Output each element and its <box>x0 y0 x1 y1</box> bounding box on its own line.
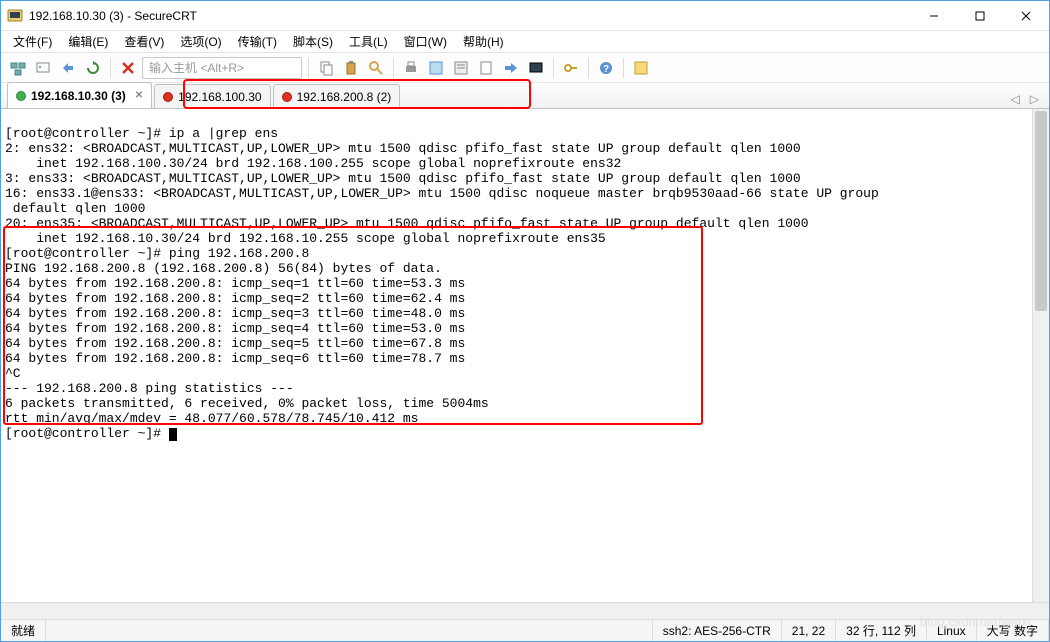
tab-label: 192.168.100.30 <box>178 90 261 104</box>
terminal-line: 64 bytes from 192.168.200.8: icmp_seq=6 … <box>5 351 465 366</box>
menu-help[interactable]: 帮助(H) <box>455 31 512 52</box>
terminal-area: [root@controller ~]# ip a |grep ens 2: e… <box>1 109 1049 602</box>
print-button[interactable] <box>400 57 422 79</box>
disconnect-button[interactable] <box>117 57 139 79</box>
tab-next-button[interactable]: ▷ <box>1026 90 1043 108</box>
status-size: 32 行, 112 列 <box>836 620 927 641</box>
statusbar: 就绪 ssh2: AES-256-CTR 21, 22 32 行, 112 列 … <box>1 619 1049 641</box>
connect-button[interactable] <box>32 57 54 79</box>
menu-edit[interactable]: 编辑(E) <box>60 31 116 52</box>
maximize-button[interactable] <box>957 1 1003 31</box>
menu-options[interactable]: 选项(O) <box>172 31 229 52</box>
menubar: 文件(F) 编辑(E) 查看(V) 选项(O) 传输(T) 脚本(S) 工具(L… <box>1 31 1049 53</box>
host-placeholder: 输入主机 <Alt+R> <box>149 59 244 76</box>
terminal-line: PING 192.168.200.8 (192.168.200.8) 56(84… <box>5 261 442 276</box>
transfer-button[interactable] <box>500 57 522 79</box>
terminal-line: 64 bytes from 192.168.200.8: icmp_seq=4 … <box>5 321 465 336</box>
terminal-line: 64 bytes from 192.168.200.8: icmp_seq=5 … <box>5 336 465 351</box>
terminal-line: inet 192.168.100.30/24 brd 192.168.100.2… <box>5 156 621 171</box>
scrollbar-thumb[interactable] <box>1035 111 1047 311</box>
terminal-line: 64 bytes from 192.168.200.8: icmp_seq=1 … <box>5 276 465 291</box>
tab-inactive-2[interactable]: 192.168.200.8 (2) <box>273 84 401 108</box>
session-manager-button[interactable] <box>7 57 29 79</box>
svg-text:?: ? <box>603 64 609 75</box>
watermark: blog.csdn.net/weixi <box>920 615 1031 629</box>
app-icon <box>7 8 23 24</box>
status-dot-disconnected-icon <box>163 92 173 102</box>
separator <box>588 58 589 78</box>
terminal-line: 64 bytes from 192.168.200.8: icmp_seq=3 … <box>5 306 465 321</box>
menu-window[interactable]: 窗口(W) <box>396 31 455 52</box>
tab-label: 192.168.10.30 (3) <box>31 89 126 103</box>
menu-tools[interactable]: 工具(L) <box>341 31 396 52</box>
terminal-line: default qlen 1000 <box>5 201 145 216</box>
toolbar: 输入主机 <Alt+R> ? <box>1 53 1049 83</box>
status-spacer <box>46 620 653 641</box>
separator <box>623 58 624 78</box>
tab-active[interactable]: 192.168.10.30 (3) ✕ <box>7 82 152 108</box>
titlebar: 192.168.10.30 (3) - SecureCRT <box>1 1 1049 31</box>
paste-button[interactable] <box>340 57 362 79</box>
status-cipher: ssh2: AES-256-CTR <box>653 620 782 641</box>
screen-button[interactable] <box>525 57 547 79</box>
options-button[interactable] <box>425 57 447 79</box>
terminal-line: 64 bytes from 192.168.200.8: icmp_seq=2 … <box>5 291 465 306</box>
minimize-button[interactable] <box>911 1 957 31</box>
window-title: 192.168.10.30 (3) - SecureCRT <box>29 9 197 23</box>
terminal-line: [root@controller ~]# <box>5 426 169 441</box>
separator <box>393 58 394 78</box>
separator <box>553 58 554 78</box>
close-button[interactable] <box>1003 1 1049 31</box>
status-dot-disconnected-icon <box>282 92 292 102</box>
tab-inactive-1[interactable]: 192.168.100.30 <box>154 84 270 108</box>
terminal-line: 3: ens33: <BROADCAST,MULTICAST,UP,LOWER_… <box>5 171 801 186</box>
status-ready: 就绪 <box>1 620 46 641</box>
tab-nav: ◁ ▷ <box>1007 90 1043 108</box>
tab-label: 192.168.200.8 (2) <box>297 90 392 104</box>
help-button[interactable]: ? <box>595 57 617 79</box>
copy-button[interactable] <box>315 57 337 79</box>
log-button[interactable] <box>475 57 497 79</box>
terminal-line: ^C <box>5 366 21 381</box>
host-input[interactable]: 输入主机 <Alt+R> <box>142 57 302 79</box>
terminal-line: inet 192.168.10.30/24 brd 192.168.10.255… <box>5 231 606 246</box>
properties-button[interactable] <box>450 57 472 79</box>
terminal-line: 20: ens35: <BROADCAST,MULTICAST,UP,LOWER… <box>5 216 809 231</box>
cursor <box>169 428 177 441</box>
terminal-line: 16: ens33.1@ens33: <BROADCAST,MULTICAST,… <box>5 186 879 201</box>
terminal-line: 6 packets transmitted, 6 received, 0% pa… <box>5 396 489 411</box>
terminal-line: 2: ens32: <BROADCAST,MULTICAST,UP,LOWER_… <box>5 141 801 156</box>
menu-file[interactable]: 文件(F) <box>5 31 60 52</box>
close-tab-icon[interactable]: ✕ <box>135 90 143 101</box>
horizontal-scrollbar[interactable] <box>1 602 1049 619</box>
terminal[interactable]: [root@controller ~]# ip a |grep ens 2: e… <box>1 109 1049 460</box>
key-button[interactable] <box>560 57 582 79</box>
tabbar: 192.168.10.30 (3) ✕ 192.168.100.30 192.1… <box>1 83 1049 109</box>
menu-transfer[interactable]: 传输(T) <box>230 31 285 52</box>
vertical-scrollbar[interactable] <box>1032 109 1049 602</box>
terminal-line: [root@controller ~]# ip a |grep ens <box>5 126 278 141</box>
app-window: 192.168.10.30 (3) - SecureCRT 文件(F) 编辑(E… <box>0 0 1050 642</box>
terminal-line: rtt min/avg/max/mdev = 48.077/60.578/78.… <box>5 411 418 426</box>
separator <box>308 58 309 78</box>
menu-view[interactable]: 查看(V) <box>116 31 172 52</box>
terminal-line: --- 192.168.200.8 ping statistics --- <box>5 381 294 396</box>
quick-connect-button[interactable] <box>57 57 79 79</box>
tab-prev-button[interactable]: ◁ <box>1007 90 1024 108</box>
menu-script[interactable]: 脚本(S) <box>285 31 341 52</box>
misc-button[interactable] <box>630 57 652 79</box>
terminal-line: [root@controller ~]# ping 192.168.200.8 <box>5 246 309 261</box>
status-cursor-pos: 21, 22 <box>782 620 836 641</box>
status-dot-connected-icon <box>16 91 26 101</box>
separator <box>110 58 111 78</box>
find-button[interactable] <box>365 57 387 79</box>
reconnect-button[interactable] <box>82 57 104 79</box>
